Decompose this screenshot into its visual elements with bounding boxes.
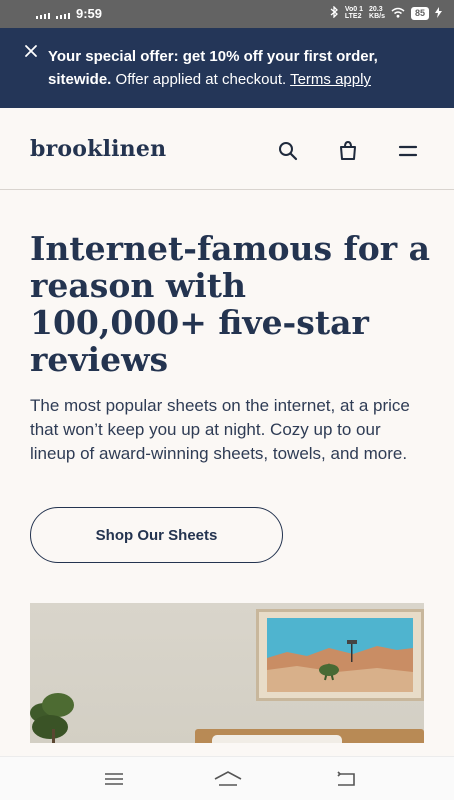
home-icon[interactable] — [213, 769, 242, 789]
bluetooth-icon — [330, 5, 339, 20]
wall-art-landscape — [267, 618, 413, 692]
site-header: brooklinen — [0, 108, 454, 190]
system-nav-bar — [0, 756, 454, 800]
wall-art-frame — [256, 609, 424, 701]
status-right: Vo0 1 LTE2 20.3 KB/s 85 — [330, 5, 442, 20]
wifi-icon — [391, 7, 405, 20]
hero-headline: Internet-famous for a reason with 100,00… — [30, 229, 431, 379]
clock: 9:59 — [76, 6, 103, 21]
search-icon[interactable] — [277, 140, 299, 162]
back-icon[interactable] — [334, 769, 358, 789]
shopping-bag-icon[interactable] — [337, 140, 359, 162]
shop-sheets-button[interactable]: Shop Our Sheets — [30, 507, 283, 563]
status-bar: 9:59 Vo0 1 LTE2 20.3 KB/s 85 — [0, 0, 454, 28]
recent-apps-icon[interactable] — [102, 769, 126, 789]
menu-icon[interactable] — [397, 140, 419, 162]
terms-link[interactable]: Terms apply — [290, 71, 371, 88]
signal-icon — [36, 9, 50, 19]
hero-subtext: The most popular sheets on the internet,… — [30, 396, 410, 463]
hero-image — [30, 603, 424, 743]
promo-banner: Your special offer: get 10% off your fir… — [0, 28, 454, 108]
promo-text: Your special offer: get 10% off your fir… — [48, 45, 428, 91]
network-speed: 20.3 KB/s — [369, 6, 385, 20]
brand-logo[interactable]: brooklinen — [30, 136, 166, 162]
close-icon[interactable] — [22, 42, 40, 60]
battery-icon: 85 — [410, 6, 429, 20]
network-type: Vo0 1 LTE2 — [344, 6, 364, 20]
promo-note: Offer applied at checkout. — [111, 71, 291, 88]
pillow — [212, 735, 342, 743]
status-left: 9:59 — [36, 6, 102, 21]
charging-icon — [435, 6, 442, 20]
plant-illustration — [30, 683, 78, 743]
signal-icon — [56, 9, 70, 19]
